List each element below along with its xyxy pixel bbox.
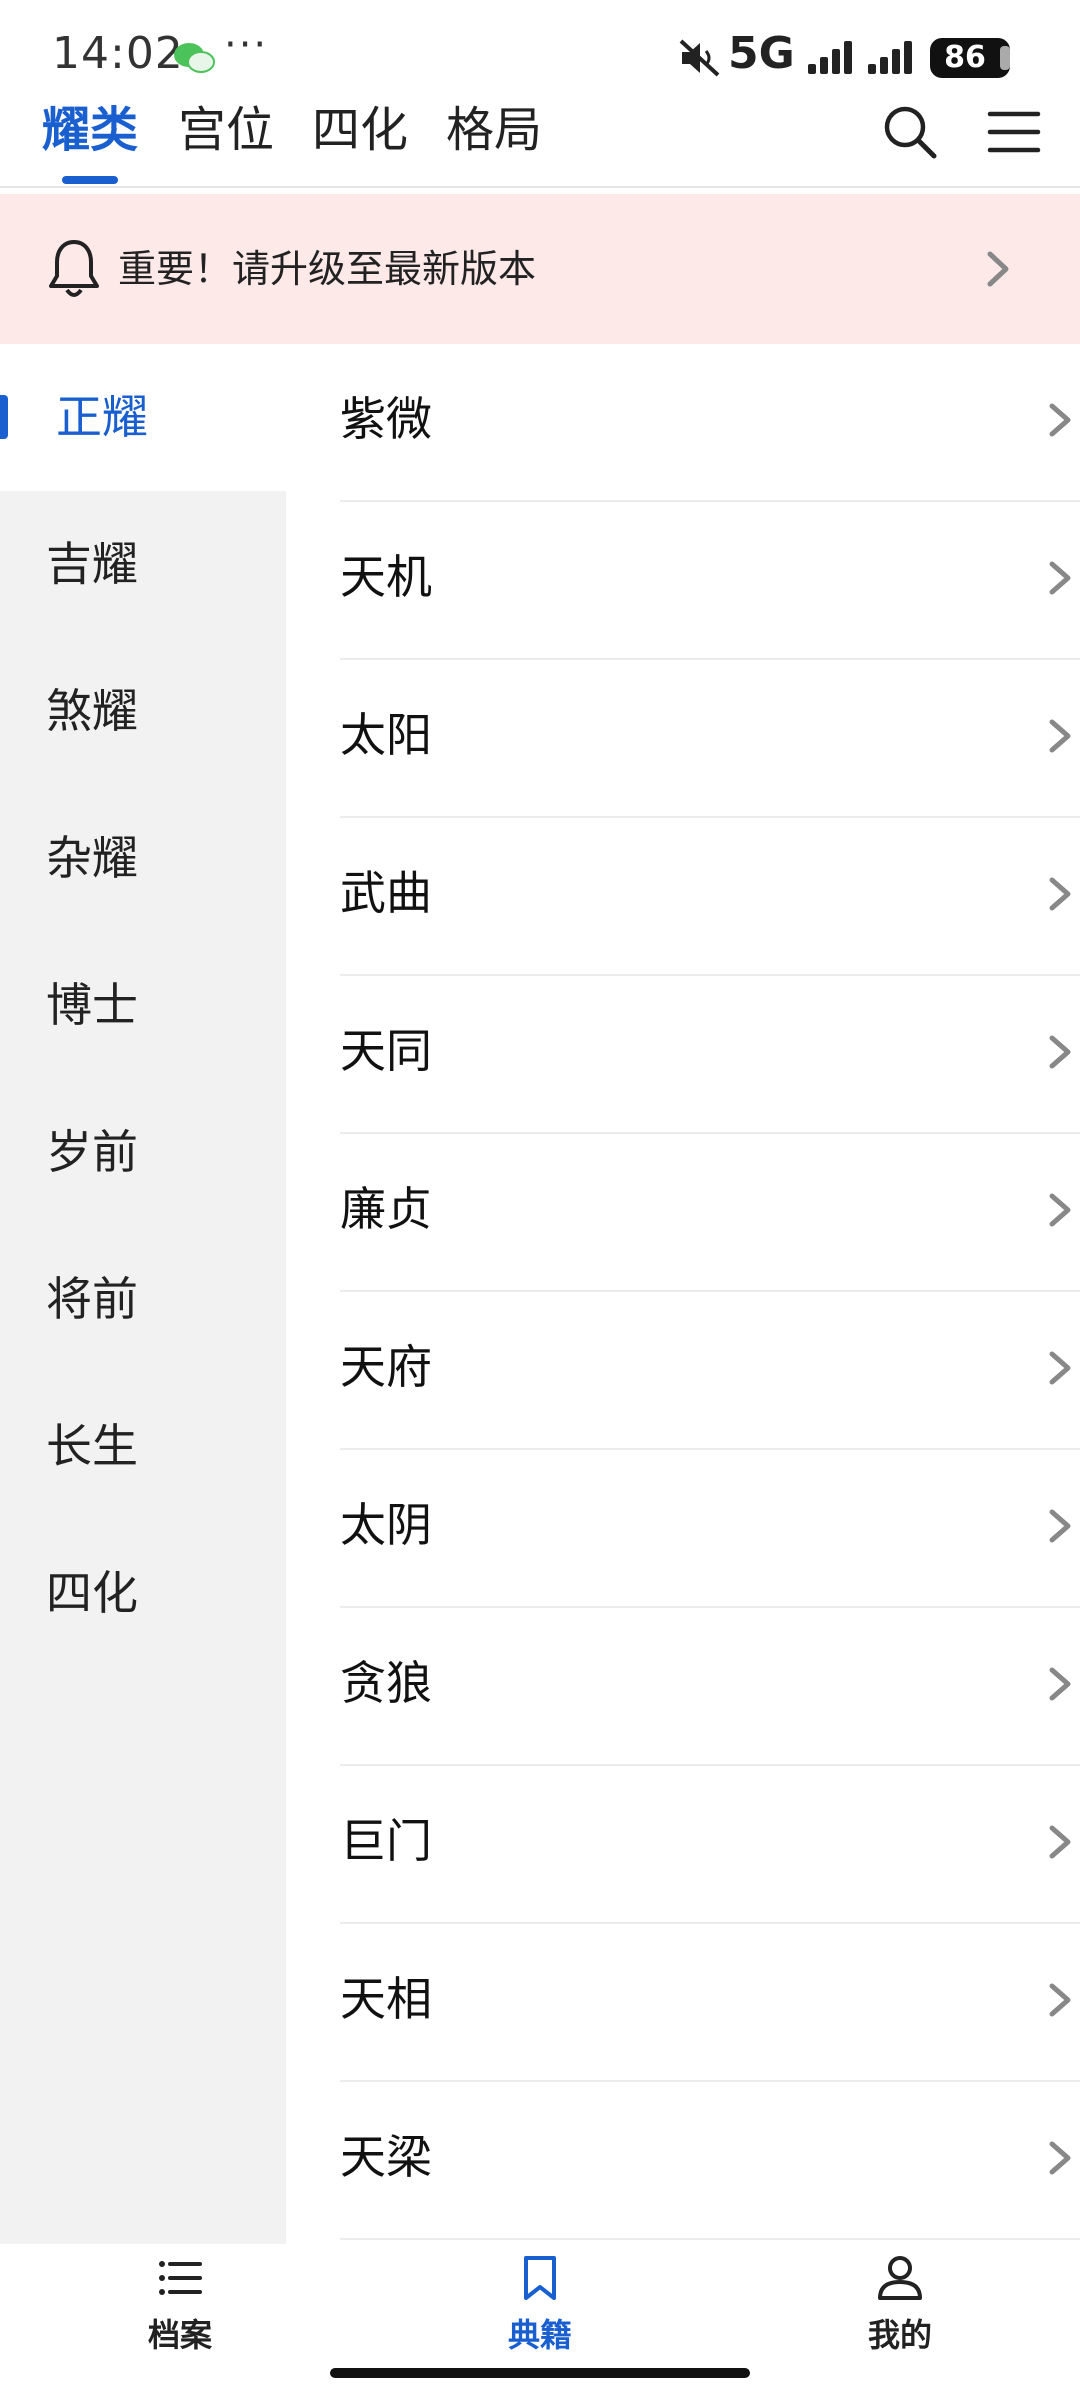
- list-item-label: 贪狼: [340, 1656, 432, 1710]
- list-item-label: 天府: [340, 1340, 432, 1394]
- list-item[interactable]: 天梁: [340, 2082, 1080, 2240]
- chevron-right-icon: [1049, 1035, 1071, 1069]
- app-screen: 14:02 ··· 5G 86 耀类 宫位 四化 格局 重要！请升级至最新版本 …: [0, 0, 1080, 2400]
- sidebar-item-sihua[interactable]: 四化: [0, 1520, 286, 1667]
- menu-icon[interactable]: [986, 106, 1042, 158]
- sidebar-item-minor-stars[interactable]: 杂耀: [0, 785, 286, 932]
- nav-label: 典籍: [507, 2316, 572, 2354]
- sidebar-active-indicator: [0, 395, 8, 439]
- list-item[interactable]: 太阴: [340, 1450, 1080, 1608]
- chevron-right-icon: [1049, 719, 1071, 753]
- upgrade-banner[interactable]: 重要！请升级至最新版本: [0, 194, 1080, 344]
- nav-profile[interactable]: 我的: [800, 2254, 1000, 2374]
- signal-icon: [808, 41, 852, 74]
- chevron-right-icon: [1049, 1193, 1071, 1227]
- list-item[interactable]: 天机: [340, 502, 1080, 660]
- tab-palaces[interactable]: 宫位: [178, 96, 274, 164]
- chevron-right-icon: [1049, 877, 1071, 911]
- chevron-right-icon: [987, 251, 1009, 287]
- sidebar-item-lucky-stars[interactable]: 吉耀: [0, 491, 286, 638]
- list-item[interactable]: 天府: [340, 1292, 1080, 1450]
- sidebar-item-label: 正耀: [56, 390, 148, 444]
- list-item[interactable]: 天相: [340, 1924, 1080, 2082]
- list-item[interactable]: 天同: [340, 976, 1080, 1134]
- list-item-label: 天同: [340, 1024, 432, 1078]
- chevron-right-icon: [1049, 1667, 1071, 1701]
- more-notifications-icon: ···: [224, 22, 269, 68]
- sidebar-item-main-stars[interactable]: 正耀: [0, 344, 286, 491]
- sidebar-item-label: 吉耀: [46, 537, 138, 591]
- sidebar-item-label: 四化: [46, 1566, 138, 1620]
- list-item[interactable]: 紫微: [340, 344, 1080, 502]
- battery-level: 86: [944, 40, 986, 75]
- nav-label: 档案: [147, 2316, 212, 2354]
- list-item-label: 紫微: [340, 392, 432, 446]
- chevron-right-icon: [1049, 2141, 1071, 2175]
- list-item-label: 天梁: [340, 2130, 432, 2184]
- list-item-label: 武曲: [340, 866, 432, 920]
- banner-message: 重要！请升级至最新版本: [118, 247, 537, 291]
- sidebar-item-label: 岁前: [46, 1125, 138, 1179]
- sidebar-item-malefic-stars[interactable]: 煞耀: [0, 638, 286, 785]
- list-item-label: 天相: [340, 1972, 432, 2026]
- chevron-right-icon: [1049, 1509, 1071, 1543]
- chevron-right-icon: [1049, 1983, 1071, 2017]
- list-item-label: 太阴: [340, 1498, 432, 1552]
- list-item[interactable]: 巨门: [340, 1766, 1080, 1924]
- sidebar-item-boshi[interactable]: 博士: [0, 932, 286, 1079]
- category-sidebar: 正耀 吉耀 煞耀 杂耀 博士 岁前 将前 长生 四化: [0, 344, 286, 2244]
- home-indicator[interactable]: [330, 2368, 750, 2378]
- sidebar-item-suiqian[interactable]: 岁前: [0, 1079, 286, 1226]
- list-item[interactable]: 贪狼: [340, 1608, 1080, 1766]
- chevron-right-icon: [1049, 1825, 1071, 1859]
- sidebar-item-label: 杂耀: [46, 831, 138, 885]
- sidebar-item-label: 将前: [46, 1272, 138, 1326]
- list-icon: [159, 2261, 202, 2295]
- search-icon[interactable]: [880, 102, 940, 162]
- list-item-label: 廉贞: [340, 1182, 432, 1236]
- nav-archive[interactable]: 档案: [80, 2254, 280, 2374]
- bookmark-icon: [524, 2256, 556, 2300]
- wechat-icon: [174, 43, 215, 73]
- user-icon: [878, 2256, 922, 2300]
- signal-icon-2: [868, 41, 912, 74]
- nav-classics[interactable]: 典籍: [440, 2254, 640, 2374]
- list-item[interactable]: 武曲: [340, 818, 1080, 976]
- status-bar: 14:02 ··· 5G 86: [0, 0, 1080, 96]
- chevron-right-icon: [1049, 403, 1071, 437]
- tab-stars[interactable]: 耀类: [42, 96, 138, 164]
- status-time: 14:02: [52, 28, 184, 79]
- active-tab-indicator: [62, 176, 118, 184]
- bell-icon: [49, 240, 99, 297]
- sidebar-item-changsheng[interactable]: 长生: [0, 1373, 286, 1520]
- top-tab-bar: 耀类 宫位 四化 格局: [0, 96, 1080, 188]
- chevron-right-icon: [1049, 1351, 1071, 1385]
- sidebar-item-jiangqian[interactable]: 将前: [0, 1226, 286, 1373]
- chevron-right-icon: [1049, 561, 1071, 595]
- list-item[interactable]: 太阳: [340, 660, 1080, 818]
- tab-patterns[interactable]: 格局: [446, 96, 542, 164]
- star-list: 紫微 天机 太阳 武曲 天同 廉贞 天府 太阴 贪狼 巨门 天相 天梁: [286, 344, 1080, 2244]
- mute-icon: [679, 39, 720, 77]
- sidebar-item-label: 博士: [46, 978, 138, 1032]
- list-item-label: 太阳: [340, 708, 432, 762]
- sidebar-item-label: 煞耀: [46, 684, 138, 738]
- sidebar-item-label: 长生: [46, 1419, 138, 1473]
- network-type: 5G: [728, 28, 795, 79]
- list-item[interactable]: 廉贞: [340, 1134, 1080, 1292]
- nav-label: 我的: [867, 2316, 932, 2354]
- list-item-label: 天机: [340, 550, 432, 604]
- list-item-label: 巨门: [340, 1814, 432, 1868]
- battery-tip: [1000, 46, 1010, 70]
- tab-transformations[interactable]: 四化: [312, 96, 408, 164]
